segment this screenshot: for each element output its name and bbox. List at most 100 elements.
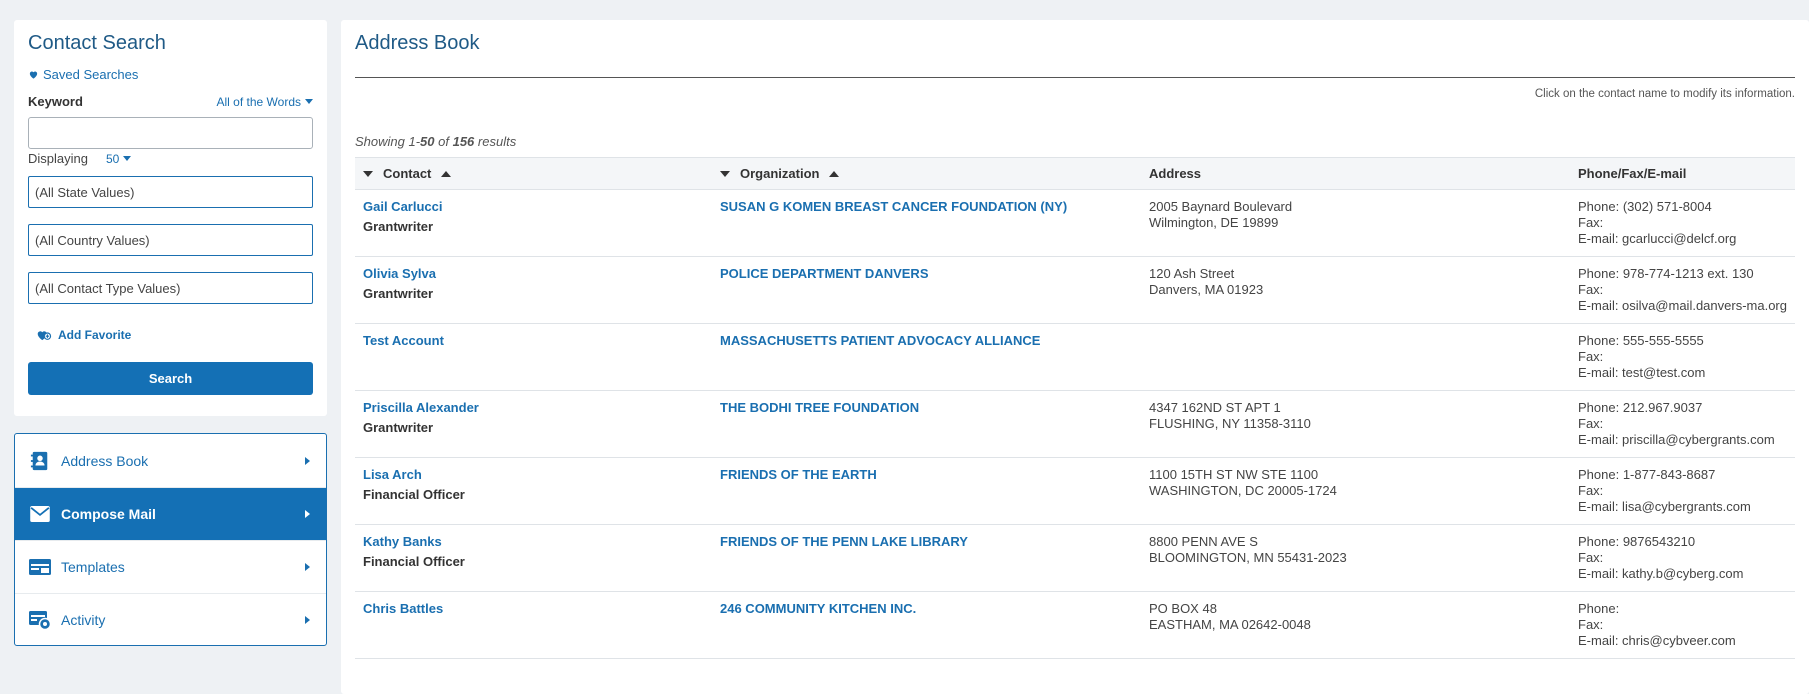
- sort-desc-icon[interactable]: [720, 170, 730, 177]
- country-select[interactable]: (All Country Values): [28, 224, 313, 256]
- search-button[interactable]: Search: [28, 362, 313, 395]
- nav-item-activity[interactable]: Activity: [15, 593, 326, 645]
- address-line-2: EASTHAM, MA 02642-0048: [1149, 617, 1311, 632]
- nav-label-templates: Templates: [61, 559, 125, 575]
- template-icon: [29, 556, 51, 578]
- address-line-2: Wilmington, DE 19899: [1149, 215, 1279, 230]
- address-line-1: 120 Ash Street: [1149, 266, 1235, 281]
- phone-line: Phone: 978-774-1213 ext. 130: [1578, 266, 1754, 281]
- address-line-1: 1100 15TH ST NW STE 1100: [1149, 467, 1319, 482]
- address-cell: PO BOX 48 EASTHAM, MA 02642-0048: [1141, 591, 1570, 659]
- fax-line: Fax:: [1578, 416, 1604, 431]
- organization-link[interactable]: MASSACHUSETTS PATIENT ADVOCACY ALLIANCE: [720, 333, 1133, 349]
- contact-cell: Olivia Sylva Grantwriter: [355, 256, 712, 324]
- address-line-2: Danvers, MA 01923: [1149, 282, 1264, 297]
- sort-asc-icon[interactable]: [829, 170, 840, 177]
- phone-cell: Phone: 1-877-843-8687 Fax: E-mail: lisa@cy…: [1570, 457, 1795, 525]
- add-favorite-label: Add Favorite: [58, 328, 132, 342]
- table-row: Lisa Arch Financial Officer FRIENDS OF THE…: [355, 457, 1795, 525]
- chevron-right-icon: [305, 563, 310, 571]
- phone-cell: Phone: Fax: E-mail: chris@cybveer.com: [1570, 591, 1795, 659]
- search-title: Contact Search: [28, 32, 166, 54]
- fax-line: Fax:: [1578, 483, 1604, 498]
- phone-line: Phone:: [1578, 601, 1620, 616]
- chevron-right-icon: [305, 616, 310, 624]
- organization-link[interactable]: THE BODHI TREE FOUNDATION: [720, 400, 1133, 416]
- address-cell: 4347 162ND ST APT 1 FLUSHING, NY 11358-31…: [1141, 390, 1570, 458]
- organization-link[interactable]: 246 COMMUNITY KITCHEN INC.: [720, 601, 1133, 617]
- address-line-1: 4347 162ND ST APT 1: [1149, 400, 1281, 415]
- phone-cell: Phone: 978-774-1213 ext. 130 Fax: E-mail: …: [1570, 256, 1795, 324]
- phone-cell: Phone: 212.967.9037 Fax: E-mail: priscilla…: [1570, 390, 1795, 458]
- contact-cell: Lisa Arch Financial Officer: [355, 457, 712, 525]
- col-contact[interactable]: Contact: [355, 158, 712, 190]
- table-row: Gail Carlucci Grantwriter SUSAN G KOMEN BR…: [355, 189, 1795, 257]
- side-nav: Address Book Compose Mail Templates Acti…: [14, 433, 327, 646]
- nav-item-compose-mail[interactable]: Compose Mail: [15, 487, 326, 540]
- add-favorite-button[interactable]: Add Favorite: [36, 328, 313, 342]
- phone-cell: Phone: 555-555-5555 Fax: E-mail: test@test…: [1570, 323, 1795, 391]
- contact-name-link[interactable]: Kathy Banks: [363, 534, 704, 550]
- showing-prefix: Showing 1-: [355, 134, 421, 149]
- contact-name-link[interactable]: Olivia Sylva: [363, 266, 704, 282]
- contact-name-link[interactable]: Gail Carlucci: [363, 199, 704, 215]
- contacts-table: Contact Organization Address Phone/Fax/E…: [355, 157, 1795, 659]
- table-row: Priscilla Alexander Grantwriter THE BODHI …: [355, 390, 1795, 458]
- contact-name-link[interactable]: Chris Battles: [363, 601, 704, 617]
- organization-link[interactable]: FRIENDS OF THE EARTH: [720, 467, 1133, 483]
- sort-asc-icon[interactable]: [441, 170, 452, 177]
- table-row: Kathy Banks Financial Officer FRIENDS OF T…: [355, 524, 1795, 592]
- phone-cell: Phone: 9876543210 Fax: E-mail: kathy.b@cyb…: [1570, 524, 1795, 592]
- contact-title: Financial Officer: [363, 554, 465, 569]
- contact-type-select[interactable]: (All Contact Type Values): [28, 272, 313, 304]
- envelope-icon: [29, 503, 51, 525]
- nav-item-templates[interactable]: Templates: [15, 540, 326, 593]
- nav-label-activity: Activity: [61, 612, 106, 628]
- col-phone: Phone/Fax/E-mail: [1578, 166, 1687, 181]
- phone-line: Phone: 9876543210: [1578, 534, 1696, 549]
- address-line-2: BLOOMINGTON, MN 55431-2023: [1149, 550, 1347, 565]
- col-organization[interactable]: Organization: [712, 158, 1141, 190]
- chevron-down-icon: [123, 156, 132, 161]
- phone-line: Phone: 555-555-5555: [1578, 333, 1704, 348]
- chevron-right-icon: [305, 456, 310, 465]
- address-cell: [1141, 323, 1570, 391]
- contact-cell: Gail Carlucci Grantwriter: [355, 189, 712, 257]
- contact-name-link[interactable]: Test Account: [363, 333, 704, 349]
- contact-name-link[interactable]: Lisa Arch: [363, 467, 704, 483]
- sort-desc-icon[interactable]: [363, 170, 373, 177]
- nav-item-address-book[interactable]: Address Book: [15, 434, 326, 487]
- results-summary: Showing 1-50 of 156 results: [355, 134, 1795, 149]
- contact-cell: Chris Battles: [355, 591, 712, 659]
- saved-searches-link[interactable]: Saved Searches: [28, 67, 313, 82]
- state-select[interactable]: (All State Values): [28, 176, 313, 208]
- match-mode-dropdown[interactable]: All of the Words: [217, 95, 313, 109]
- displaying-value: 50: [105, 151, 120, 166]
- address-book-icon: [29, 450, 51, 472]
- fax-line: Fax:: [1578, 282, 1604, 297]
- email-line: E-mail: kathy.b@cyberg.com: [1578, 566, 1744, 581]
- fax-line: Fax:: [1578, 215, 1604, 230]
- col-address: Address: [1149, 166, 1202, 181]
- organization-link[interactable]: POLICE DEPARTMENT DANVERS: [720, 266, 1133, 282]
- contact-name-link[interactable]: Priscilla Alexander: [363, 400, 704, 416]
- displaying-label: Displaying: [28, 151, 88, 166]
- email-line: E-mail: test@test.com: [1578, 365, 1706, 380]
- displaying-dropdown[interactable]: 50: [105, 151, 132, 166]
- chevron-down-icon: [305, 99, 313, 104]
- saved-searches-label: Saved Searches: [43, 67, 139, 82]
- showing-end: 50: [420, 134, 435, 149]
- fax-line: Fax:: [1578, 349, 1604, 364]
- organization-link[interactable]: SUSAN G KOMEN BREAST CANCER FOUNDATION (…: [720, 199, 1133, 215]
- phone-cell: Phone: (302) 571-8004 Fax: E-mail: gcarluc…: [1570, 189, 1795, 257]
- email-line: E-mail: gcarlucci@delcf.org: [1578, 231, 1737, 246]
- address-cell: 2005 Baynard Boulevard Wilmington, DE 198…: [1141, 189, 1570, 257]
- contact-cell: Priscilla Alexander Grantwriter: [355, 390, 712, 458]
- keyword-input[interactable]: [28, 117, 313, 149]
- organization-cell: FRIENDS OF THE PENN LAKE LIBRARY: [712, 524, 1141, 592]
- address-cell: 1100 15TH ST NW STE 1100 WASHINGTON, DC 2…: [1141, 457, 1570, 525]
- phone-line: Phone: 1-877-843-8687: [1578, 467, 1716, 482]
- email-line: E-mail: lisa@cybergrants.com: [1578, 499, 1751, 514]
- contact-title: Grantwriter: [363, 420, 434, 435]
- organization-link[interactable]: FRIENDS OF THE PENN LAKE LIBRARY: [720, 534, 1133, 550]
